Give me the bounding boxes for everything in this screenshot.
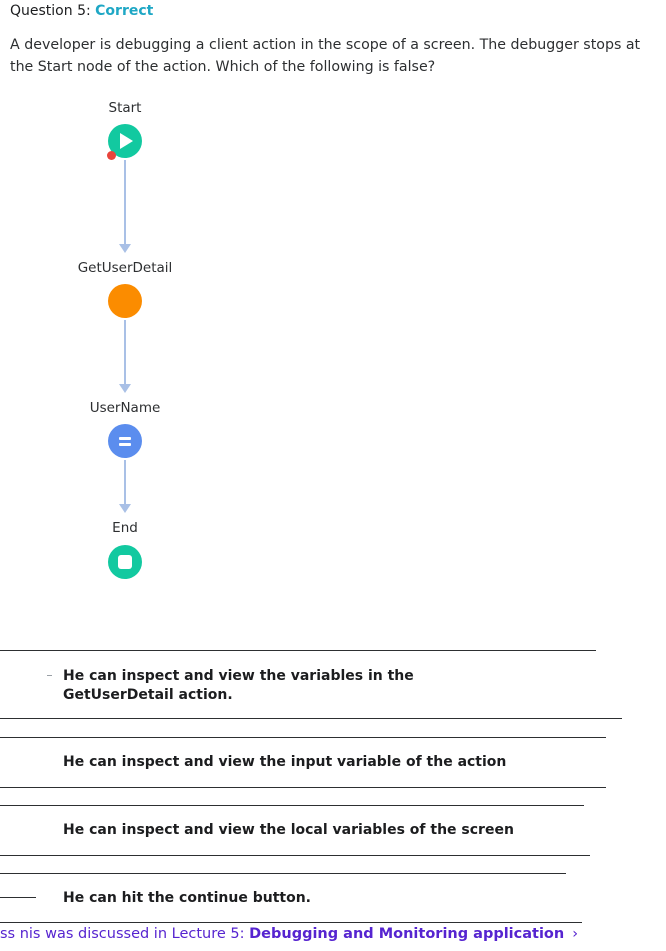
end-node[interactable] bbox=[108, 545, 142, 579]
flow-connector bbox=[124, 320, 126, 384]
answer-option[interactable]: He can inspect and view the input variab… bbox=[63, 753, 523, 772]
divider bbox=[0, 805, 584, 806]
lecture-reference-text: ss nis was discussed in Lecture 5: bbox=[0, 926, 250, 942]
arrow-down-icon bbox=[119, 384, 131, 393]
divider bbox=[0, 922, 582, 923]
equals-icon bbox=[119, 437, 131, 440]
aggregate-node[interactable] bbox=[108, 284, 142, 318]
divider bbox=[0, 787, 606, 788]
flow-node-label: UserName bbox=[89, 400, 161, 416]
question-text: A developer is debugging a client action… bbox=[10, 37, 641, 75]
stop-icon bbox=[118, 555, 132, 569]
assign-node[interactable] bbox=[108, 424, 142, 458]
option-marker bbox=[47, 675, 52, 676]
flow-connector bbox=[124, 160, 126, 244]
answer-option[interactable]: He can inspect and view the variables in… bbox=[63, 667, 523, 705]
arrow-down-icon bbox=[119, 244, 131, 253]
breakpoint-indicator bbox=[107, 151, 116, 160]
divider bbox=[0, 718, 622, 719]
lecture-reference: ss nis was discussed in Lecture 5: Debug… bbox=[0, 926, 578, 942]
flow-connector bbox=[124, 460, 126, 504]
answer-option[interactable]: He can hit the continue button. bbox=[63, 889, 523, 908]
flow-node-label: Start bbox=[108, 100, 142, 116]
question-header: Question 5: Correct bbox=[10, 3, 153, 19]
option-marker bbox=[0, 897, 36, 898]
arrow-down-icon bbox=[119, 504, 131, 513]
divider bbox=[0, 855, 590, 856]
lecture-link[interactable]: Debugging and Monitoring application bbox=[249, 926, 564, 942]
question-number: Question 5: bbox=[10, 3, 96, 19]
chevron-right-icon[interactable]: › bbox=[572, 926, 578, 942]
flow-node-label: End bbox=[112, 520, 138, 536]
play-icon bbox=[120, 133, 133, 149]
flow-node-label: GetUserDetail bbox=[77, 260, 173, 276]
divider bbox=[0, 650, 596, 651]
equals-icon-bar bbox=[119, 443, 131, 446]
divider bbox=[0, 873, 566, 874]
divider bbox=[0, 737, 606, 738]
result-status: Correct bbox=[95, 3, 154, 19]
answer-option[interactable]: He can inspect and view the local variab… bbox=[63, 821, 523, 840]
